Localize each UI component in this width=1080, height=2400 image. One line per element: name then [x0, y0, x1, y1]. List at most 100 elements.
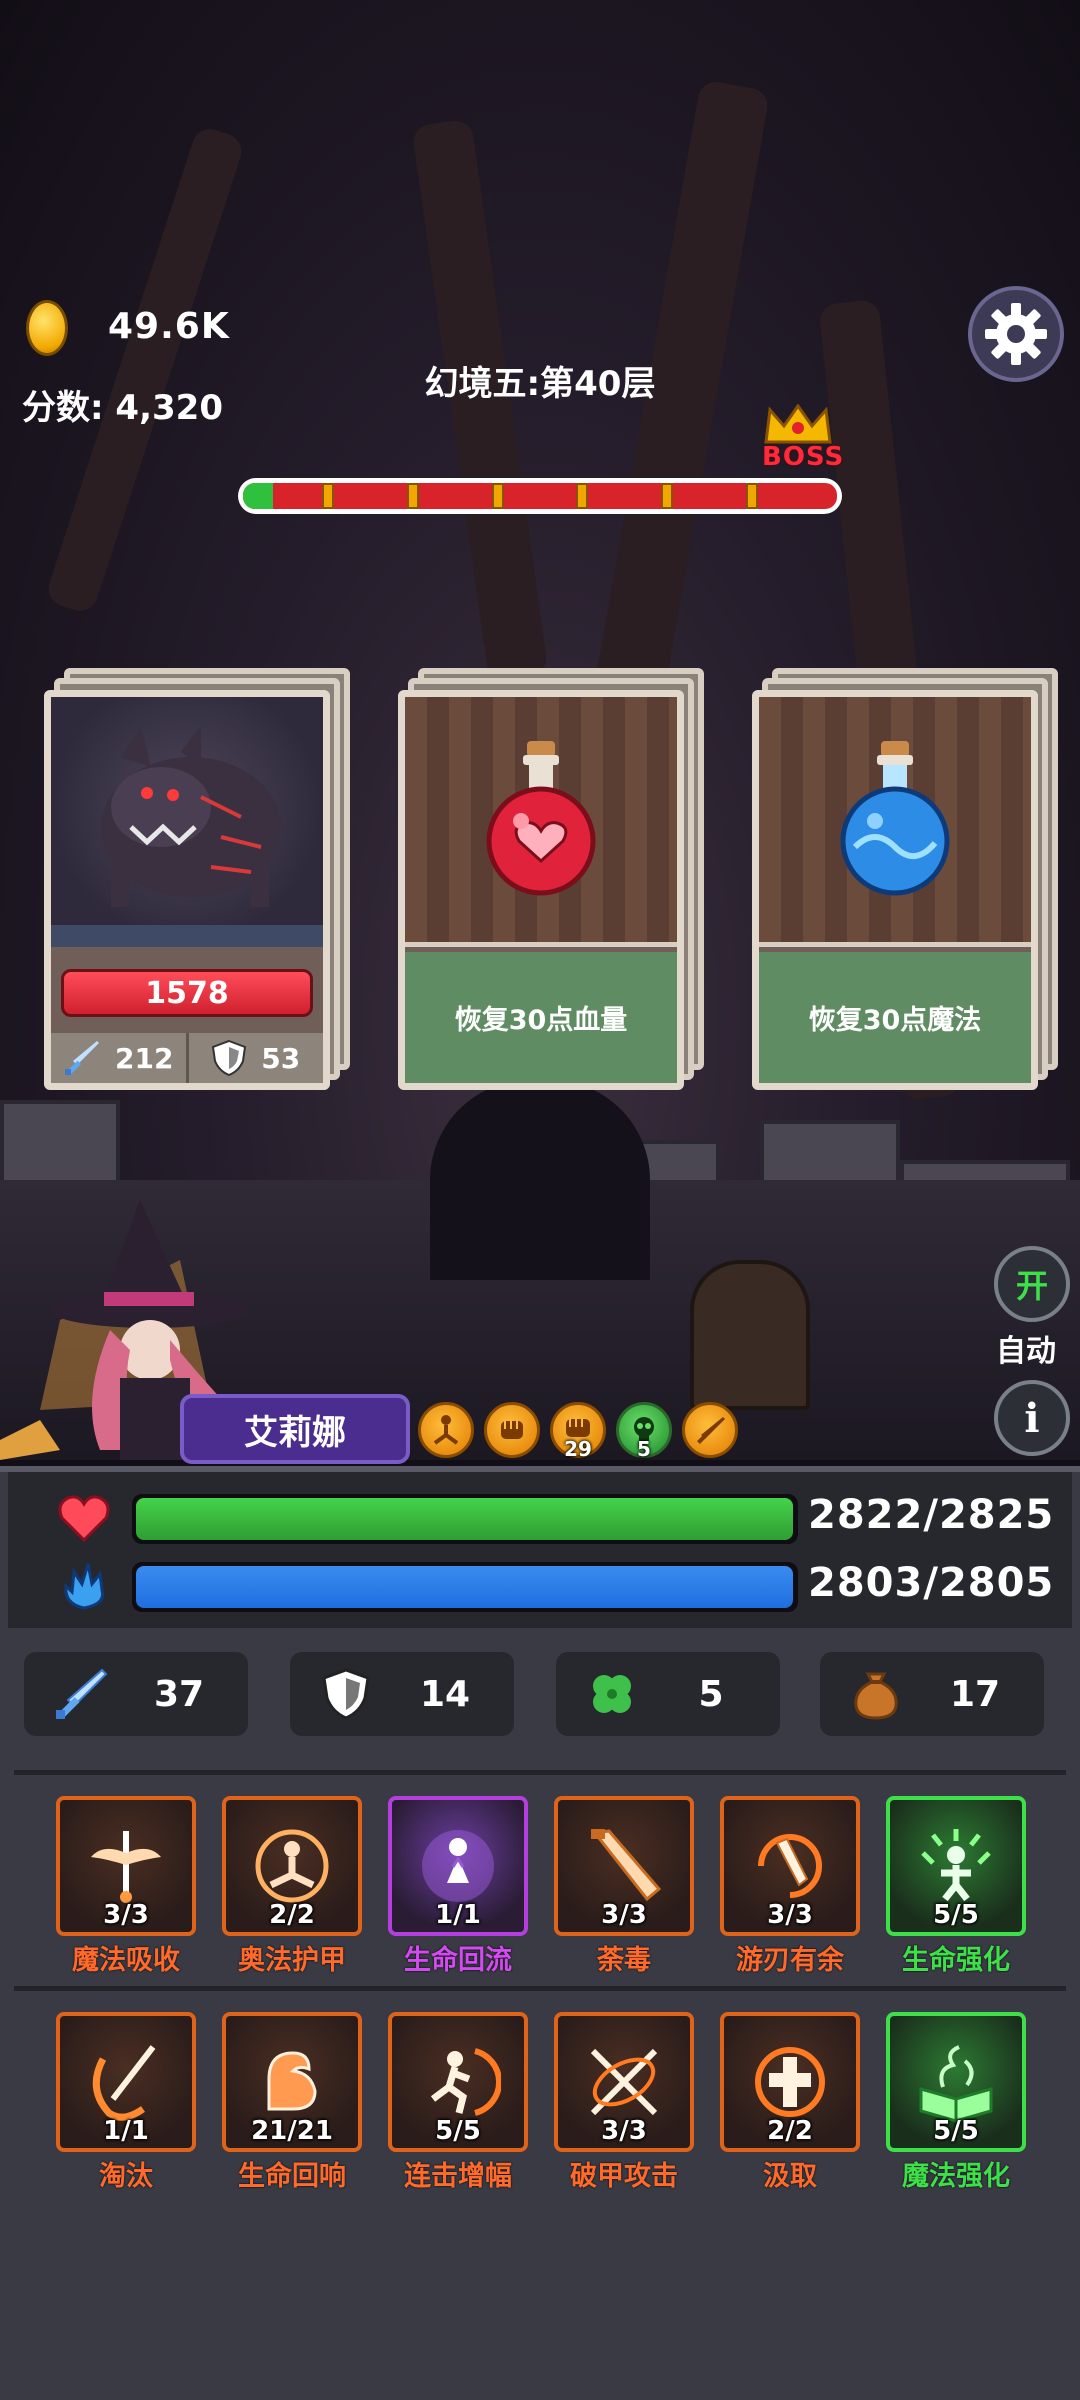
skill-life-boost[interactable]: 5/5 生命强化: [886, 1796, 1026, 1977]
spellbook-icon: [919, 2045, 993, 2123]
stat-defense: 14: [290, 1652, 514, 1736]
monster-hp-value: 1578: [145, 975, 229, 1011]
money-bag-icon: [854, 1672, 898, 1720]
info-button[interactable]: i: [994, 1380, 1070, 1456]
monster-portrait: [51, 697, 323, 947]
skill-name: 连击增幅: [404, 2161, 512, 2192]
skill-drain[interactable]: 2/2 汲取: [720, 2012, 860, 2193]
skill-name: 生命回响: [238, 2161, 346, 2192]
hp-value: 2822/2825: [808, 1492, 1055, 1538]
buff-poison-skull[interactable]: 5: [616, 1402, 672, 1461]
shield-icon: [322, 1668, 370, 1720]
stat-luck: 5: [556, 1652, 780, 1736]
running-figure-icon: [430, 2048, 501, 2116]
buff-power-fist[interactable]: 29: [550, 1402, 606, 1461]
skill-life-reflux[interactable]: 1/1 生命回流: [388, 1796, 528, 1977]
flex-arm-icon: [267, 2051, 317, 2111]
shield-icon: [212, 1039, 247, 1077]
skill-combo-boost[interactable]: 5/5 连击增幅: [388, 2012, 528, 2193]
stage-marker: [746, 483, 759, 509]
gold-amount: 49.6K: [108, 306, 230, 347]
mp-row: 2803/2805: [8, 1556, 1072, 1616]
skill-eliminate[interactable]: 1/1 淘汰: [56, 2012, 196, 2193]
stat-money-value: 17: [949, 1673, 1001, 1715]
buff-sword[interactable]: [682, 1402, 738, 1458]
skill-toxin[interactable]: 3/3 荼毒: [554, 1796, 694, 1977]
werewolf-monster-icon: [51, 725, 323, 947]
skill-name: 汲取: [763, 2161, 817, 2192]
holy-cross-icon: [755, 2047, 825, 2117]
stage-progress-fill: [243, 483, 273, 509]
crown-icon: [764, 404, 832, 444]
red-potion-icon: [486, 741, 596, 896]
stat-luck-value: 5: [698, 1673, 724, 1715]
mana-potion-description: 恢复30点魔法: [759, 952, 1031, 1083]
fist-buff-icon: [501, 1421, 523, 1439]
hero-name: 艾莉娜: [244, 1412, 346, 1453]
praying-figure-icon: [422, 1830, 494, 1902]
hero-name-plate: 艾莉娜: [180, 1394, 410, 1464]
skill-name: 游刃有余: [736, 1945, 844, 1976]
vitality-figure-icon: [921, 1829, 991, 1902]
auto-label: 自动: [996, 1334, 1056, 1369]
stage-marker: [576, 483, 589, 509]
mana-flame-icon: [64, 1563, 105, 1610]
skill-name: 荼毒: [597, 1945, 651, 1976]
stat-attack-value: 37: [153, 1673, 205, 1715]
blue-potion-icon: [840, 741, 950, 896]
skill-magic-boost[interactable]: 5/5 魔法强化: [886, 2012, 1026, 2193]
mana-potion-art: [759, 697, 1031, 947]
spinning-blade-icon: [758, 1834, 822, 1898]
slash-icon: [92, 2045, 156, 2121]
mana-potion-card[interactable]: 恢复30点魔法: [752, 668, 1058, 1090]
sword-buff-icon: [697, 1417, 725, 1444]
monster-defense: 53: [189, 1033, 324, 1083]
skill-skillful[interactable]: 3/3 游刃有余: [720, 1796, 860, 1977]
monster-attack-value: 212: [115, 1041, 174, 1075]
mp-value: 2803/2805: [808, 1560, 1055, 1606]
boss-label: BOSS: [762, 442, 845, 472]
auto-toggle-label: 开: [1015, 1267, 1048, 1305]
health-potion-card[interactable]: 恢复30点血量: [398, 668, 704, 1090]
skill-name: 生命强化: [902, 1945, 1010, 1976]
auto-toggle-button[interactable]: 开: [994, 1246, 1070, 1322]
info-icon: i: [1024, 1394, 1040, 1442]
skill-arcane-armor[interactable]: 2/2 奥法护甲: [222, 1796, 362, 1977]
stat-defense-value: 14: [419, 1673, 471, 1715]
skill-life-echo[interactable]: 21/21 生命回响: [222, 2012, 362, 2193]
monster-hp-bar: 1578: [61, 969, 313, 1017]
skill-name: 魔法强化: [902, 2161, 1010, 2192]
heart-icon: [58, 1495, 110, 1542]
buff-power-fist-count: 29: [564, 1437, 592, 1461]
sword-icon: [56, 1668, 108, 1719]
monster-defense-value: 53: [261, 1041, 301, 1075]
skill-name: 淘汰: [99, 2161, 153, 2192]
crossed-arrows-icon: [590, 2048, 658, 2116]
skill-magic-absorb[interactable]: 3/3 魔法吸收: [56, 1796, 196, 1977]
hp-bar-fill: [136, 1498, 794, 1540]
clover-icon: [593, 1675, 631, 1713]
health-potion-description: 恢复30点血量: [405, 952, 677, 1083]
yoga-buff-icon: [433, 1415, 459, 1445]
stat-money: 17: [820, 1652, 1044, 1736]
monster-card[interactable]: 1578 212 53: [44, 668, 350, 1090]
stage-progress-bar: [238, 478, 842, 514]
stage-marker: [491, 483, 504, 509]
buff-poison-skull-count: 5: [637, 1437, 651, 1461]
skill-name: 奥法护甲: [238, 1945, 346, 1976]
skill-name: 魔法吸收: [72, 1945, 180, 1976]
buff-yoga[interactable]: [418, 1402, 474, 1458]
level-title: 幻境五:第40层: [424, 364, 656, 404]
hp-row: 2822/2825: [8, 1488, 1072, 1548]
skill-armor-break[interactable]: 3/3 破甲攻击: [554, 2012, 694, 2193]
stat-attack: 37: [24, 1652, 248, 1736]
buff-fist[interactable]: [484, 1402, 540, 1458]
skill-name: 破甲攻击: [570, 2161, 678, 2192]
health-potion-art: [405, 697, 677, 947]
mp-bar-fill: [136, 1566, 794, 1608]
stage-marker: [661, 483, 674, 509]
stage-marker: [321, 483, 334, 509]
winged-sword-icon: [91, 1831, 161, 1903]
hp-bar: [132, 1494, 798, 1544]
gold-coin-icon: [26, 300, 68, 356]
